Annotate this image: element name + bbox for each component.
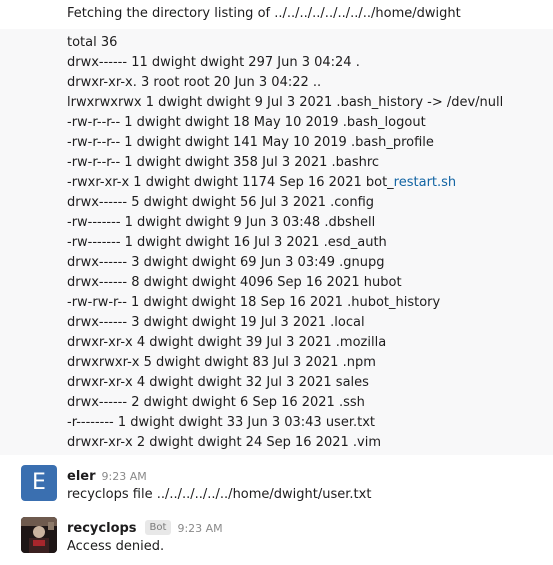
- listing-line-text: lrwxrwxrwx 1 dwight dwight 9 Jul 3 2021 …: [67, 95, 504, 110]
- listing-line: drwx------ 11 dwight dwight 297 Jun 3 04…: [67, 53, 360, 73]
- timestamp[interactable]: 9:23 AM: [102, 470, 147, 483]
- listing-line-text: -rw-r--r-- 1 dwight dwight 358 Jul 3 202…: [67, 155, 380, 170]
- listing-line: drwxr-xr-x 2 dwight dwight 24 Sep 16 202…: [67, 433, 381, 453]
- avatar[interactable]: E: [21, 465, 57, 501]
- listing-line: drwxr-xr-x 4 dwight dwight 39 Jul 3 2021…: [67, 333, 386, 353]
- message-text: recyclops file ../../../../../../home/dw…: [67, 487, 372, 502]
- directory-listing-block: total 36 drwx------ 11 dwight dwight 297 …: [0, 29, 553, 455]
- listing-line: drwxrwxr-x 5 dwight dwight 83 Jul 3 2021…: [67, 353, 376, 373]
- listing-line-text: drwx------ 2 dwight dwight 6 Sep 16 2021…: [67, 395, 365, 410]
- listing-line: total 36: [67, 33, 117, 53]
- listing-line-text: drwx------ 3 dwight dwight 69 Jun 3 03:4…: [67, 255, 385, 270]
- listing-line: -rw-r--r-- 1 dwight dwight 141 May 10 20…: [67, 133, 434, 153]
- bot-badge: Bot: [144, 520, 172, 535]
- fetch-status-text: Fetching the directory listing of ../../…: [67, 6, 461, 21]
- listing-line-text: drwxrwxr-x 5 dwight dwight 83 Jul 3 2021…: [67, 355, 376, 370]
- avatar-letter: E: [32, 470, 46, 495]
- listing-line-text: drwx------ 8 dwight dwight 4096 Sep 16 2…: [67, 275, 402, 290]
- listing-line-text: drwx------ 3 dwight dwight 19 Jul 3 2021…: [67, 315, 365, 330]
- listing-line: -rw-r--r-- 1 dwight dwight 358 Jul 3 202…: [67, 153, 379, 173]
- listing-line-text: drwx------ 11 dwight dwight 297 Jun 3 04…: [67, 55, 360, 70]
- listing-line: drwx------ 5 dwight dwight 56 Jul 3 2021…: [67, 193, 374, 213]
- author-name[interactable]: eler: [67, 469, 96, 484]
- listing-line-text: -rw-r--r-- 1 dwight dwight 18 May 10 201…: [67, 115, 426, 130]
- listing-line: drwx------ 3 dwight dwight 19 Jul 3 2021…: [67, 313, 365, 333]
- listing-line-text: -rw-rw-r-- 1 dwight dwight 18 Sep 16 202…: [67, 295, 441, 310]
- message-text: Access denied.: [67, 539, 165, 554]
- listing-line: -r-------- 1 dwight dwight 33 Jun 3 03:4…: [67, 413, 375, 433]
- listing-line-text: drwxr-xr-x 2 dwight dwight 24 Sep 16 202…: [67, 435, 381, 450]
- listing-line-text: -rw------- 1 dwight dwight 16 Jul 3 2021…: [67, 235, 387, 250]
- listing-line: drwxr-xr-x 4 dwight dwight 32 Jul 3 2021…: [67, 373, 369, 393]
- file-link[interactable]: restart.sh: [394, 175, 456, 190]
- listing-line: drwx------ 8 dwight dwight 4096 Sep 16 2…: [67, 273, 402, 293]
- avatar[interactable]: [21, 517, 57, 553]
- listing-line: -rw------- 1 dwight dwight 9 Jun 3 03:48…: [67, 213, 375, 233]
- listing-line-text: -rw------- 1 dwight dwight 9 Jun 3 03:48…: [67, 215, 376, 230]
- listing-line-text: -rwxr-xr-x 1 dwight dwight 1174 Sep 16 2…: [67, 175, 394, 190]
- listing-line-text: drwxr-xr-x. 3 root root 20 Jun 3 04:22 .…: [67, 75, 322, 90]
- author-name[interactable]: recyclops: [67, 521, 137, 536]
- listing-line: -rw-rw-r-- 1 dwight dwight 18 Sep 16 202…: [67, 293, 440, 313]
- message-header: eler 9:23 AM: [67, 465, 147, 485]
- listing-line: lrwxrwxrwx 1 dwight dwight 9 Jul 3 2021 …: [67, 93, 503, 113]
- listing-line-text: total 36: [67, 35, 118, 50]
- listing-line: -rw------- 1 dwight dwight 16 Jul 3 2021…: [67, 233, 387, 253]
- listing-line-text: drwxr-xr-x 4 dwight dwight 32 Jul 3 2021…: [67, 375, 369, 390]
- listing-line-text: -r-------- 1 dwight dwight 33 Jun 3 03:4…: [67, 415, 376, 430]
- message-header: recyclops Bot 9:23 AM: [67, 517, 223, 537]
- listing-line: -rwxr-xr-x 1 dwight dwight 1174 Sep 16 2…: [67, 173, 456, 193]
- listing-line-text: -rw-r--r-- 1 dwight dwight 141 May 10 20…: [67, 135, 434, 150]
- listing-line: drwx------ 3 dwight dwight 69 Jun 3 03:4…: [67, 253, 385, 273]
- bot-avatar-image: [21, 517, 57, 553]
- timestamp[interactable]: 9:23 AM: [177, 522, 222, 535]
- listing-line: -rw-r--r-- 1 dwight dwight 18 May 10 201…: [67, 113, 426, 133]
- listing-line: drwxr-xr-x. 3 root root 20 Jun 3 04:22 .…: [67, 73, 321, 93]
- listing-line-text: drwx------ 5 dwight dwight 56 Jul 3 2021…: [67, 195, 375, 210]
- listing-line-text: drwxr-xr-x 4 dwight dwight 39 Jul 3 2021…: [67, 335, 387, 350]
- listing-line: drwx------ 2 dwight dwight 6 Sep 16 2021…: [67, 393, 365, 413]
